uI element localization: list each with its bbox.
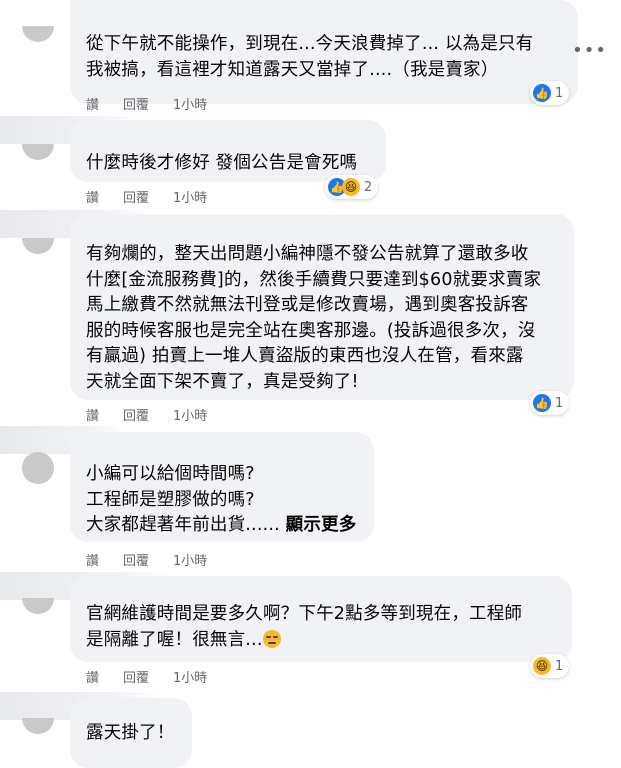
comment-bubble: 從下午就不能操作，到現在...今天浪費掉了... 以為是只有 我被搞，看這裡才知… (70, 0, 578, 104)
reply-link[interactable]: 回覆 (123, 94, 149, 113)
comment-bubble: 露天掛了！ (70, 698, 192, 768)
more-options-icon[interactable]: ••• (572, 40, 607, 61)
comment-text-line: 小編可以給個時間嗎? (86, 464, 255, 484)
like-link[interactable]: 讚 (86, 550, 99, 569)
avatar[interactable] (22, 26, 54, 42)
timestamp[interactable]: 1小時 (173, 405, 207, 424)
comment-bubble: 小編可以給個時間嗎? 工程師是塑膠做的嗎? 大家都趕著年前出貨...... 顯示… (70, 432, 374, 542)
reply-link[interactable]: 回覆 (123, 405, 149, 424)
comment-text-line: 有夠爛的，整天出問題小編神隱不發公告就算了還敢多收 (86, 244, 529, 264)
comment-text-line: 服的時候客服也是完全站在奧客那邊。(投訴過很多次，沒 (86, 320, 536, 341)
comment-text-line: 馬上繳費不然就無法刊登或是修改賣場，遇到奧客投訴客 (86, 295, 529, 315)
reaction-count: 1 (555, 395, 564, 411)
avatar[interactable] (22, 144, 54, 160)
comment-text-line: 什麼[金流服務費]的，然後手續費只要達到$60就要求賣家 (86, 269, 542, 290)
avatar[interactable] (22, 598, 54, 614)
comment-text-line: 工程師是塑膠做的嗎? (86, 489, 255, 510)
expressionless-emoji-icon (262, 629, 281, 648)
comment-actions: 讚 回覆 1小時 (86, 550, 207, 569)
timestamp[interactable]: 1小時 (173, 667, 207, 686)
comment-text-line: 大家都趕著年前出貨...... (86, 515, 280, 535)
like-link[interactable]: 讚 (86, 94, 99, 113)
avatar[interactable] (22, 452, 54, 484)
reply-link[interactable]: 回覆 (123, 187, 149, 206)
reaction-summary[interactable]: 👍 😆 2 (325, 175, 379, 199)
comment-actions: 讚 回覆 1小時 (86, 187, 207, 206)
comment-text-line: 官網維護時間是要多久啊？下午2點多等到現在，工程師 (86, 604, 523, 624)
comment-text-line: 天就全面下架不賣了，真是受夠了! (86, 371, 359, 392)
comment-text-line: 是隔離了喔！很無言... (86, 629, 263, 650)
like-link[interactable]: 讚 (86, 405, 99, 424)
timestamp[interactable]: 1小時 (173, 94, 207, 113)
like-reaction-icon: 👍 (533, 394, 551, 412)
comment-actions: 讚 回覆 1小時 (86, 667, 207, 686)
comment-bubble: 什麼時後才修好 發個公告是會死嗎 (70, 120, 386, 182)
reaction-count: 2 (364, 179, 373, 195)
comment-text-line: 我被搞，看這裡才知道露天又當掉了....（我是賣家） (86, 59, 499, 80)
haha-reaction-icon: 😆 (533, 657, 551, 675)
comment-bubble: 有夠爛的，整天出問題小編神隱不發公告就算了還敢多收 什麼[金流服務費]的，然後手… (70, 214, 574, 400)
like-link[interactable]: 讚 (86, 667, 99, 686)
haha-reaction-icon: 😆 (342, 178, 360, 196)
reaction-summary[interactable]: 👍 1 (530, 391, 570, 415)
timestamp[interactable]: 1小時 (173, 550, 207, 569)
comment-text-line: 有贏過) 拍賣上一堆人賣盜版的東西也沒人在管，看來露 (86, 346, 524, 366)
reaction-summary[interactable]: 😆 1 (530, 654, 570, 678)
avatar[interactable] (22, 718, 54, 734)
comment-actions: 讚 回覆 1小時 (86, 405, 207, 424)
comment-text-line: 什麼時後才修好 發個公告是會死嗎 (86, 153, 358, 173)
see-more-link[interactable]: 顯示更多 (286, 515, 357, 535)
reaction-count: 1 (555, 658, 564, 674)
reply-link[interactable]: 回覆 (123, 667, 149, 686)
like-reaction-icon: 👍 (533, 84, 551, 102)
comment-bubble: 官網維護時間是要多久啊？下午2點多等到現在，工程師 是隔離了喔！很無言... (70, 576, 572, 662)
avatar[interactable] (22, 238, 54, 254)
reply-link[interactable]: 回覆 (123, 550, 149, 569)
comment-text-line: 露天掛了！ (86, 723, 175, 743)
timestamp[interactable]: 1小時 (173, 187, 207, 206)
like-link[interactable]: 讚 (86, 187, 99, 206)
comment-actions: 讚 回覆 1小時 (86, 94, 207, 113)
reaction-summary[interactable]: 👍 1 (530, 81, 570, 105)
comment-text-line: 從下午就不能操作，到現在...今天浪費掉了... 以為是只有 (86, 34, 534, 54)
reaction-count: 1 (555, 85, 564, 101)
